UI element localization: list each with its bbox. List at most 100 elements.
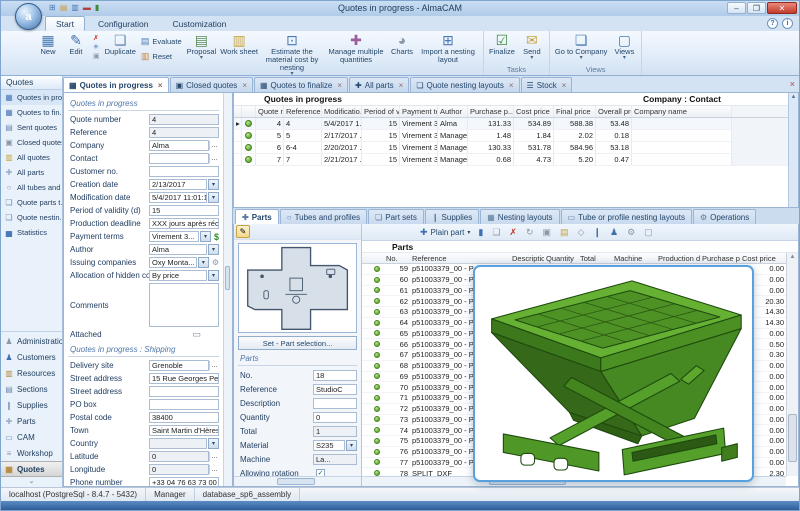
chevron-down-icon[interactable]: ▾ (208, 244, 219, 255)
sidebar-item[interactable]: ▦Quotes to fin... (1, 105, 62, 120)
close-icon[interactable]: × (242, 81, 247, 90)
ribbon-button[interactable]: ☑Finalize (487, 32, 517, 63)
ribbon-small-button[interactable]: ▥Reset (141, 51, 182, 62)
sidebar-item[interactable]: ❏Quote parts t... (1, 195, 62, 210)
field-input[interactable] (149, 386, 219, 397)
field-input[interactable]: 0 (149, 464, 209, 475)
mini-tool-icon[interactable]: ✳ (93, 44, 100, 51)
browse-button[interactable]: … (209, 141, 219, 150)
detail-tab[interactable]: ❙Supplies (425, 209, 479, 224)
set-part-selection-button[interactable]: Set - Part selection... (238, 336, 357, 350)
close-icon[interactable]: × (509, 81, 514, 90)
chevron-down-icon[interactable]: ▾ (346, 440, 357, 451)
part-type-dropdown[interactable]: ✚ Plain part ▾ (420, 227, 470, 238)
quotes-grid-scrollbar[interactable]: ▲ (788, 93, 798, 207)
parts-vscrollbar[interactable]: ▲ (786, 253, 798, 476)
sidebar-item[interactable]: ○All tubes and ... (1, 180, 62, 195)
flag-icon[interactable]: ▮ (95, 3, 99, 13)
app-menu-orb[interactable]: a (15, 3, 42, 30)
close-icon[interactable]: × (562, 81, 567, 90)
sidebar-module-item[interactable]: ❙Supplies (1, 397, 62, 413)
sidebar-item[interactable]: ▤Sent quotes (1, 120, 62, 135)
detail-tab[interactable]: ▦Nesting layouts (480, 209, 559, 224)
column-header[interactable]: Total (578, 253, 612, 263)
column-header[interactable]: Cost price (514, 106, 554, 117)
field-input[interactable]: La... (313, 454, 357, 465)
minimize-button[interactable]: – (727, 2, 746, 14)
sidebar-item[interactable]: ❏Quote nestin... (1, 210, 62, 225)
field-input[interactable] (149, 153, 209, 164)
field-input[interactable]: 4 (149, 114, 219, 125)
ribbon-button[interactable]: ▥Work sheet (218, 32, 260, 79)
ribbon-button[interactable]: ✎Edit (62, 32, 90, 63)
edit-part-icon[interactable]: ✎ (236, 225, 250, 238)
field-input[interactable]: S235 (313, 440, 345, 451)
chevron-down-icon[interactable]: ▾ (208, 270, 219, 281)
field-input[interactable]: XXX jours après réce (149, 218, 219, 229)
sidebar-module-item[interactable]: ♟Customers (1, 349, 62, 365)
field-input[interactable]: 1 (313, 426, 357, 437)
2d-part-preview[interactable] (238, 243, 357, 333)
field-input[interactable]: 38400 (149, 412, 219, 423)
ribbon-button[interactable]: ❏Duplicate (103, 32, 138, 63)
sidebar-item[interactable]: ▅Statistics (1, 225, 62, 240)
column-header[interactable]: Overall pro... (596, 106, 632, 117)
field-input[interactable]: 15 (149, 205, 219, 216)
ribbon-small-button[interactable]: ▤Evaluate (141, 36, 182, 47)
detail-tab[interactable]: ✚Parts (235, 209, 279, 224)
close-icon[interactable]: × (399, 81, 404, 90)
sidebar-item[interactable]: ▣Closed quotes (1, 135, 62, 150)
detail-tab[interactable]: ○Tubes and profiles (280, 209, 367, 224)
nesting-icon[interactable]: ◇ (578, 227, 585, 238)
ribbon-button[interactable]: ✉Send▾ (518, 32, 546, 63)
document-tab[interactable]: ▦Quotes in progress× (63, 77, 169, 92)
ribbon-button[interactable]: ✚Manage multiple quantities (324, 32, 388, 79)
refresh-icon[interactable]: ↻ (526, 227, 534, 238)
chevron-down-icon[interactable]: ⌄ (1, 477, 62, 487)
scrollbar-thumb[interactable] (788, 414, 797, 462)
browse-button[interactable]: … (209, 465, 219, 474)
chevron-down-icon[interactable]: ▾ (208, 192, 219, 203)
field-input[interactable]: Alma (149, 244, 207, 255)
3d-part-preview-popup[interactable] (473, 265, 754, 482)
form-scrollbar[interactable] (223, 93, 232, 486)
scrollbar-thumb[interactable] (225, 266, 230, 290)
sidebar-module-item[interactable]: ▤Sections (1, 381, 62, 397)
tabstrip-close-icon[interactable]: × (790, 79, 795, 89)
field-input[interactable]: 2/13/2017 (149, 179, 207, 190)
column-header[interactable]: Purchase p... (700, 253, 740, 263)
ribbon-tab[interactable]: Configuration (87, 16, 160, 31)
attachment-icon[interactable]: ▭ (192, 329, 201, 340)
field-input[interactable]: By price (149, 270, 207, 281)
field-input[interactable]: 15 Rue Georges Pere (149, 373, 219, 384)
document-tab[interactable]: ☰Stock× (521, 77, 573, 92)
mini-tool-icon[interactable]: ▣ (93, 53, 100, 60)
sidebar-item[interactable]: ✚All parts (1, 165, 62, 180)
ribbon-button[interactable]: ◕Charts (388, 32, 416, 79)
field-input[interactable] (313, 398, 357, 409)
column-header[interactable]: Machine (612, 253, 656, 263)
chevron-down-icon[interactable]: ▾ (200, 231, 211, 242)
document-tab[interactable]: ▦Quotes to finalize× (254, 77, 348, 92)
chevron-down-icon[interactable]: ▾ (208, 179, 219, 190)
chevron-down-icon[interactable]: ▾ (198, 257, 209, 268)
document-tab[interactable]: ❏Quote nesting layouts× (410, 77, 519, 92)
window-icon[interactable]: ▢ (644, 227, 653, 238)
field-input[interactable]: Grenoble (149, 360, 209, 371)
print-icon[interactable]: ▣ (542, 227, 551, 238)
detail-tab[interactable]: ▭Tube or profile nesting layouts (561, 209, 692, 224)
field-input[interactable]: Oxy Monta... (149, 257, 197, 268)
operations-icon[interactable]: ❙ (593, 227, 601, 238)
close-icon[interactable]: × (337, 81, 342, 90)
sidebar-module-item[interactable]: ▥Resources (1, 365, 62, 381)
ribbon-tab[interactable]: Customization (162, 16, 238, 31)
table-row[interactable]: 7 7 2/21/2017 ... 15 Virement 3... Manag… (234, 154, 798, 166)
column-header[interactable]: Period of v... (362, 106, 400, 117)
field-input[interactable] (149, 399, 219, 410)
delete-icon[interactable]: ✗ (509, 227, 517, 238)
settings-icon[interactable]: ⚙ (627, 227, 635, 238)
insert-icon[interactable]: ▮ (478, 227, 483, 238)
field-input[interactable] (149, 283, 219, 327)
field-input[interactable]: Alma (149, 140, 209, 151)
sidebar-item[interactable]: ▦Quotes in pro... (1, 90, 62, 105)
